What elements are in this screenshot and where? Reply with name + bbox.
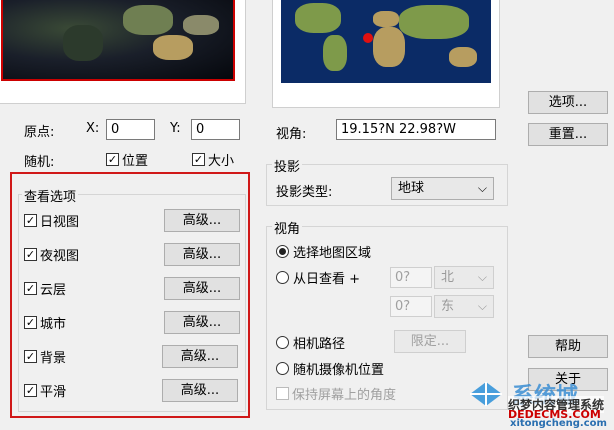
random-size-label: 大小 [208, 154, 235, 169]
random-camera-radio[interactable]: 随机摄像机位置 [276, 359, 384, 378]
watermark-line4: xitongcheng.com [510, 418, 607, 429]
projection-title: 投影 [272, 156, 303, 175]
windows-logo-icon [466, 374, 506, 414]
options-button[interactable]: 选项... [528, 91, 608, 114]
checkbox-checked-icon: ✓ [24, 214, 37, 227]
checkbox-checked-icon: ✓ [24, 282, 37, 295]
map-preview-panel[interactable] [272, 0, 500, 108]
radio-selected-icon [276, 245, 289, 258]
checkbox-checked-icon: ✓ [192, 153, 205, 166]
night-view-label: 夜视图 [40, 249, 80, 264]
projection-type-label: 投影类型: [276, 185, 333, 200]
checkbox-checked-icon: ✓ [24, 350, 37, 363]
cities-checkbox[interactable]: ✓ 城市 [24, 313, 66, 332]
chevron-down-icon: ⌵ [477, 299, 487, 313]
background-label: 背景 [40, 351, 67, 366]
origin-x-input[interactable]: 0 [106, 119, 155, 140]
camera-path-label: 相机路径 [293, 337, 346, 352]
longitude-direction-value: 东 [441, 299, 455, 314]
night-view-preview [1, 0, 235, 81]
radio-unselected-icon [276, 271, 289, 284]
world-map[interactable] [281, 0, 491, 83]
checkbox-checked-icon: ✓ [106, 153, 119, 166]
viewpoint-coords-input[interactable]: 19.15?N 22.98?W [336, 119, 496, 140]
cities-advanced-button[interactable]: 高级... [164, 311, 240, 334]
smooth-advanced-button[interactable]: 高级... [162, 379, 238, 402]
day-view-advanced-button[interactable]: 高级... [164, 209, 240, 232]
viewpoint-title: 视角 [272, 218, 303, 237]
checkbox-checked-icon: ✓ [24, 248, 37, 261]
longitude-direction-select[interactable]: 东 ⌵ [434, 295, 494, 318]
help-button[interactable]: 帮助 [528, 335, 608, 358]
checkbox-checked-icon: ✓ [24, 384, 37, 397]
select-map-area-label: 选择地图区域 [293, 246, 372, 261]
chevron-down-icon: ⌵ [477, 181, 487, 195]
origin-label: 原点: [24, 125, 55, 140]
projection-type-value: 地球 [398, 181, 425, 196]
day-view-checkbox[interactable]: ✓ 日视图 [24, 211, 79, 230]
background-checkbox[interactable]: ✓ 背景 [24, 347, 66, 366]
random-size-checkbox[interactable]: ✓ 大小 [192, 150, 234, 169]
night-view-advanced-button[interactable]: 高级... [164, 243, 240, 266]
smooth-label: 平滑 [40, 385, 67, 400]
random-position-label: 位置 [122, 154, 149, 169]
keep-angle-checkbox[interactable]: 保持屏幕上的角度 [276, 384, 396, 403]
radio-unselected-icon [276, 336, 289, 349]
origin-x-label: X: [86, 121, 100, 136]
origin-y-input[interactable]: 0 [191, 119, 240, 140]
reset-button[interactable]: 重置... [528, 123, 608, 146]
background-advanced-button[interactable]: 高级... [162, 345, 238, 368]
longitude-input[interactable]: 0? [390, 296, 432, 317]
viewpoint-marker-icon [363, 33, 373, 43]
checkbox-checked-icon: ✓ [24, 316, 37, 329]
left-preview-panel [0, 0, 246, 104]
smooth-checkbox[interactable]: ✓ 平滑 [24, 381, 66, 400]
random-label: 随机: [24, 155, 55, 170]
select-map-area-radio[interactable]: 选择地图区域 [276, 242, 371, 261]
random-camera-label: 随机摄像机位置 [293, 363, 385, 378]
night-view-checkbox[interactable]: ✓ 夜视图 [24, 245, 79, 264]
random-position-checkbox[interactable]: ✓ 位置 [106, 150, 148, 169]
cities-label: 城市 [40, 317, 67, 332]
clouds-checkbox[interactable]: ✓ 云层 [24, 279, 66, 298]
projection-type-select[interactable]: 地球 ⌵ [391, 177, 494, 200]
view-from-sun-radio[interactable]: 从日查看 + [276, 268, 360, 287]
latitude-direction-select[interactable]: 北 ⌵ [434, 266, 494, 289]
limit-button[interactable]: 限定... [394, 330, 466, 353]
day-view-label: 日视图 [40, 215, 80, 230]
camera-path-radio[interactable]: 相机路径 [276, 333, 345, 352]
clouds-advanced-button[interactable]: 高级... [164, 277, 240, 300]
view-options-title: 查看选项 [22, 186, 79, 205]
radio-unselected-icon [276, 362, 289, 375]
origin-y-label: Y: [170, 121, 181, 136]
viewpoint-coords-label: 视角: [276, 127, 307, 142]
latitude-direction-value: 北 [441, 270, 455, 285]
chevron-down-icon: ⌵ [477, 270, 487, 284]
keep-angle-label: 保持屏幕上的角度 [292, 388, 397, 403]
view-from-sun-label: 从日查看 + [293, 272, 361, 287]
latitude-input[interactable]: 0? [390, 267, 432, 288]
checkbox-unchecked-icon [276, 387, 289, 400]
clouds-label: 云层 [40, 283, 67, 298]
